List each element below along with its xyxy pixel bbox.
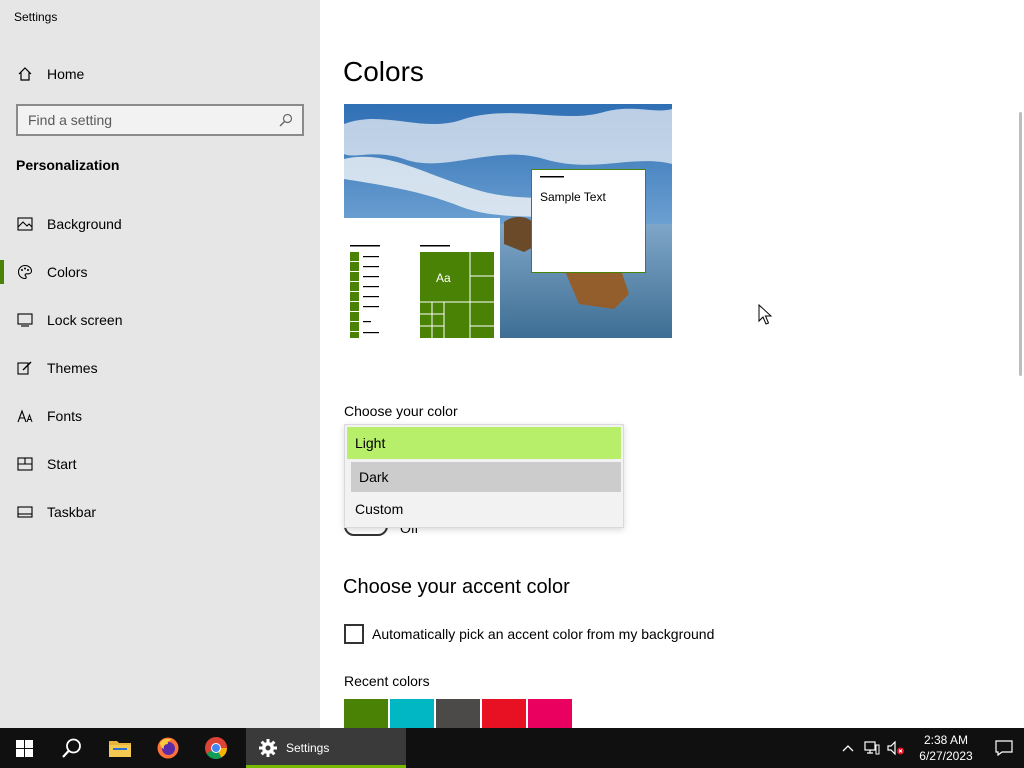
color-swatch[interactable] [482,699,526,728]
nav-home-label: Home [47,66,85,82]
windows-logo-icon [15,739,33,757]
network-icon [864,741,880,755]
chrome-icon [205,737,227,759]
search-box[interactable] [16,104,304,136]
mouse-cursor-icon [758,304,772,325]
preview-sample-text: Sample Text [540,190,606,204]
search-icon[interactable] [278,112,294,128]
option-custom[interactable]: Custom [347,493,621,525]
sidebar-item-label: Fonts [47,408,83,424]
home-icon [16,65,34,83]
gear-icon [258,738,278,758]
volume-button[interactable] [884,728,908,768]
auto-pick-checkbox[interactable] [344,624,364,644]
lock-screen-icon [16,311,34,329]
color-swatch[interactable] [390,699,434,728]
file-explorer-button[interactable] [96,728,144,768]
brush-icon [16,359,34,377]
search-icon [62,738,81,758]
firefox-icon [157,737,179,759]
chevron-up-icon [842,745,854,752]
preview-tile-label: Aa [436,271,451,285]
nav-home[interactable]: Home [16,62,84,86]
choose-color-label: Choose your color [344,403,458,419]
main-content: Colors Aa Sample Text Choose your color … [320,0,1024,728]
action-center-button[interactable] [984,728,1024,768]
sidebar-item-background[interactable]: Background [0,200,320,248]
clock-date: 6/27/2023 [919,749,973,763]
option-light[interactable]: Light [347,427,621,459]
start-button[interactable] [0,728,48,768]
taskbar: Settings 2:38 AM 6/27/2023 [0,728,1024,768]
sidebar-item-label: Themes [47,360,98,376]
section-title: Personalization [16,157,120,173]
vertical-scrollbar[interactable] [1019,112,1022,376]
sidebar-item-label: Background [47,216,122,232]
firefox-button[interactable] [144,728,192,768]
color-swatch[interactable] [344,699,388,728]
taskbar-app-settings[interactable]: Settings [246,728,406,768]
auto-pick-label: Automatically pick an accent color from … [372,626,715,642]
page-title: Colors [343,56,424,87]
recent-colors-label: Recent colors [344,673,430,689]
sidebar-item-fonts[interactable]: Fonts [0,392,320,440]
sidebar-item-taskbar[interactable]: Taskbar [0,488,320,536]
folder-icon [109,741,131,757]
clock[interactable]: 2:38 AM 6/27/2023 [914,732,978,764]
system-tray: 2:38 AM 6/27/2023 [836,728,1024,768]
sidebar-item-label: Colors [47,264,88,280]
taskbar-icon [16,503,34,521]
color-swatch[interactable] [528,699,572,728]
color-swatch[interactable] [436,699,480,728]
fonts-icon [16,407,34,425]
start-icon [16,455,34,473]
sidebar-item-label: Taskbar [47,504,97,520]
window-title: Settings [14,10,58,24]
volume-muted-icon [887,741,904,755]
sidebar-item-themes[interactable]: Themes [0,344,320,392]
auto-pick-row[interactable]: Automatically pick an accent color from … [344,624,714,644]
notification-icon [995,740,1013,756]
color-mode-dropdown-list[interactable]: Light Dark Custom [344,424,624,528]
network-button[interactable] [860,728,884,768]
sidebar-item-start[interactable]: Start [0,440,320,488]
sidebar-item-label: Start [47,456,77,472]
sidebar-item-label: Lock screen [47,312,123,328]
recent-colors [344,699,572,728]
palette-icon [16,263,34,281]
color-preview: Aa Sample Text [344,104,672,338]
show-hidden-icons-button[interactable] [836,728,860,768]
clock-time: 2:38 AM [923,733,969,747]
image-icon [16,215,34,233]
chrome-button[interactable] [192,728,240,768]
option-dark[interactable]: Dark [351,462,621,492]
sidebar-item-colors[interactable]: Colors [0,248,320,296]
accent-color-title: Choose your accent color [343,576,570,598]
nav-list: Background Colors Lock screen Themes Fon… [0,200,320,536]
taskbar-search-button[interactable] [48,728,96,768]
taskbar-app-label: Settings [286,741,330,755]
search-input[interactable] [28,112,278,128]
sidebar-item-lock-screen[interactable]: Lock screen [0,296,320,344]
sidebar: Settings Home Personalization Background… [0,0,320,728]
